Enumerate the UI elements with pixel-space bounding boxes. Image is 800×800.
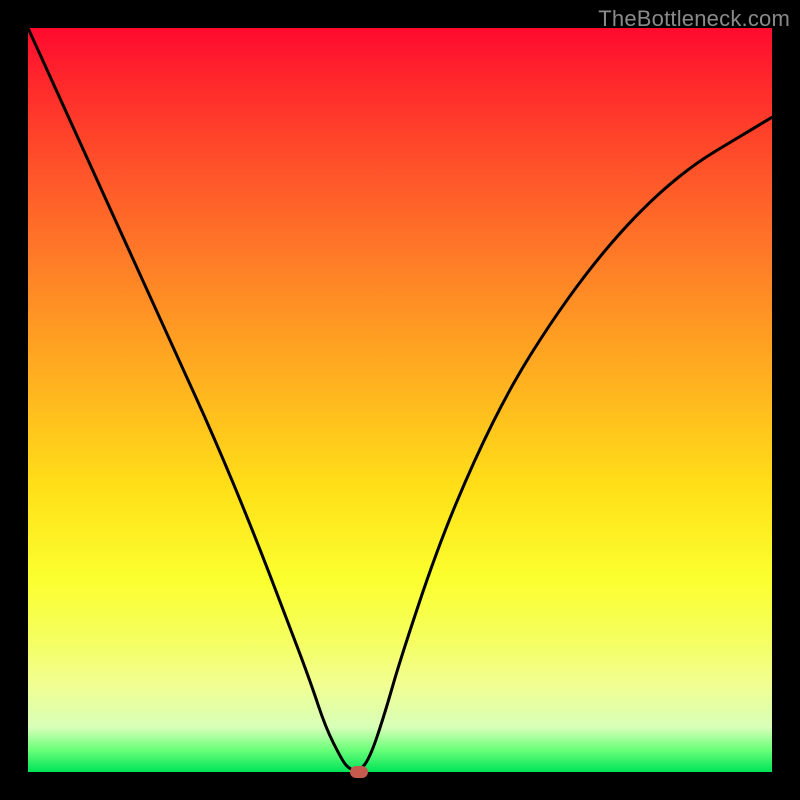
watermark-text: TheBottleneck.com [598, 6, 790, 32]
curve-svg [28, 28, 772, 772]
chart-frame: TheBottleneck.com [0, 0, 800, 800]
minimum-marker [350, 766, 368, 778]
plot-area [28, 28, 772, 772]
bottleneck-curve [28, 28, 772, 771]
